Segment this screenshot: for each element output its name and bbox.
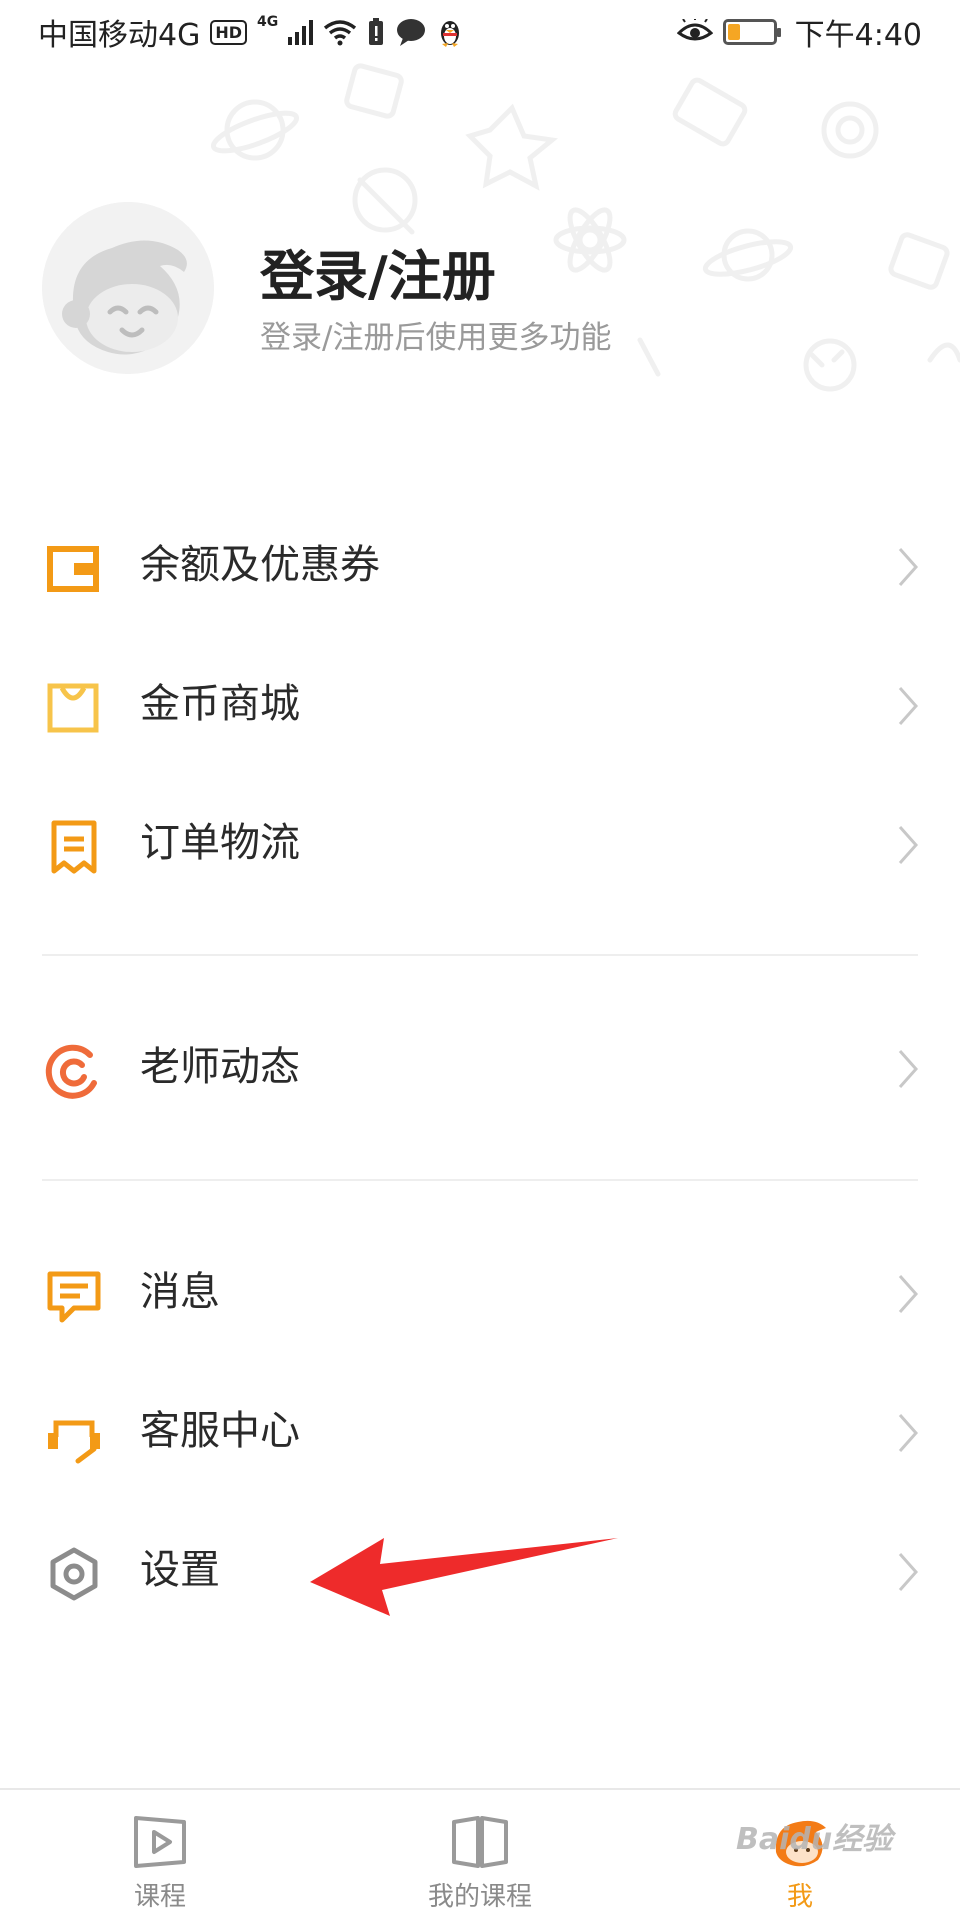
headset-icon [48,1420,100,1464]
settings-hex-icon [50,1547,98,1601]
menu-item-orders[interactable]: 订单物流 [0,783,960,903]
shopping-bag-icon [47,683,99,733]
signal-icon [288,19,314,45]
tab-my-courses[interactable]: 我的课程 [400,1790,560,1920]
battery-icon [722,19,781,45]
network-tag: 4G [257,14,279,30]
wallet-icon [47,546,99,592]
receipt-icon [51,820,97,874]
menu-item-messages[interactable]: 消息 [0,1232,960,1352]
status-left: 中国移动4G HD 4G [38,10,463,54]
menu-item-label: 消息 [140,1269,220,1315]
menu-item-coin-mall[interactable]: 金币商城 [0,644,960,764]
chevron-right-icon [898,826,919,864]
menu-item-label: 订单物流 [140,820,300,866]
profile-header[interactable]: 登录/注册 登录/注册后使用更多功能 [42,202,922,374]
chat-bubble-icon [397,19,426,46]
book-icon [452,1816,508,1868]
alert-battery-icon [369,18,384,45]
status-bar: 中国移动4G HD 4G 下午4:40 [0,0,960,64]
carrier-label: 中国移动4G [38,18,201,53]
eye-care-icon [676,19,713,41]
menu-item-teacher-updates[interactable]: 老师动态 [0,1007,960,1127]
tab-courses[interactable]: 课程 [100,1790,220,1920]
message-icon [47,1271,101,1323]
menu-item-label: 金币商城 [140,681,300,727]
chevron-right-icon [898,1553,919,1591]
menu-item-customer-service[interactable]: 客服中心 [0,1371,960,1491]
clock-label: 下午4:40 [794,18,922,53]
teacher-feed-icon [45,1044,97,1099]
menu-item-label: 客服中心 [140,1408,300,1454]
watermark: Baidu经验 [736,1822,893,1857]
menu-item-label: 余额及优惠券 [140,542,380,588]
status-right: 下午4:40 [676,10,922,54]
avatar[interactable] [42,202,214,374]
login-register-subtitle: 登录/注册后使用更多功能 [260,320,612,356]
chevron-right-icon [898,1275,919,1313]
play-icon [134,1816,186,1868]
mascot-avatar-icon [42,202,214,374]
menu-item-label: 老师动态 [140,1044,300,1090]
hd-badge: HD [210,19,248,45]
tab-label: 课程 [133,1882,186,1912]
qq-penguin-icon [441,21,460,47]
chevron-right-icon [898,548,919,586]
tab-label: 我的课程 [427,1882,532,1912]
tab-label: 我 [786,1882,813,1912]
chevron-right-icon [898,1050,919,1088]
annotation-arrow-icon [310,1538,618,1616]
chevron-right-icon [898,687,919,725]
login-register-title[interactable]: 登录/注册 [260,232,496,311]
wifi-icon [324,20,357,46]
menu-divider [42,1179,918,1181]
menu-divider [42,954,918,956]
menu-item-balance-coupons[interactable]: 余额及优惠券 [0,505,960,625]
menu-item-label: 设置 [140,1547,220,1593]
chevron-right-icon [898,1414,919,1452]
